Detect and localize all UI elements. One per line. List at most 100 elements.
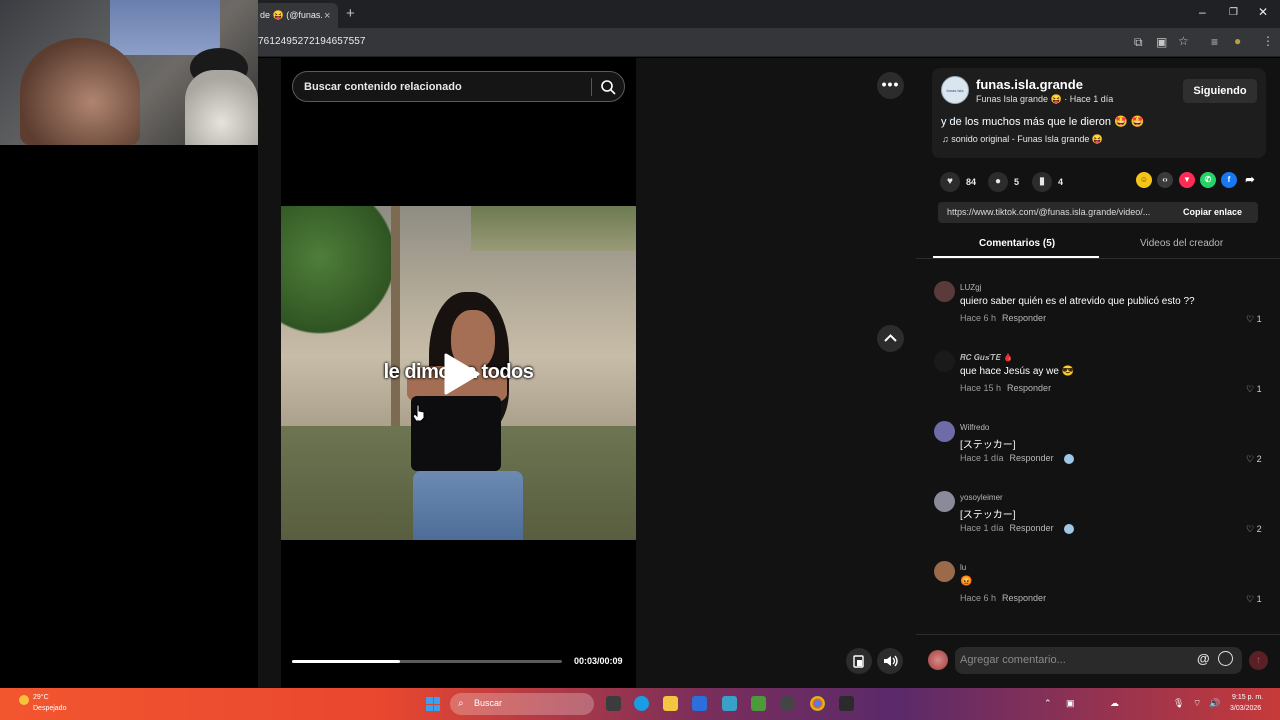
store-icon[interactable] [692,696,707,711]
following-button[interactable]: Siguiendo [1183,79,1257,103]
close-tab-icon[interactable]: × [324,10,330,22]
video-link[interactable]: https://www.tiktok.com/@funas.isla.grand… [947,207,1150,217]
onedrive-icon[interactable]: ☁ [1110,698,1119,709]
search-icon[interactable] [599,78,617,96]
reply-button[interactable]: Responder [1010,523,1054,533]
comment-like-count: 1 [1256,314,1262,324]
tab-comments[interactable]: Comentarios (5) [979,238,1055,249]
comment-user[interactable]: lu [960,563,966,572]
share-friends-icon[interactable]: ☺ [1136,172,1152,188]
comment-user[interactable]: yosoyleimer [960,493,1003,502]
tabs-divider [916,258,1280,259]
tab-creator-videos[interactable]: Videos del creador [1140,238,1223,249]
chrome-icon[interactable] [810,696,825,711]
more-options-button[interactable]: ••• [877,72,904,99]
send-icon[interactable]: ▼ [1179,172,1195,188]
weather-desc[interactable]: Despejado [33,705,66,712]
copy-link-button[interactable]: Copiar enlace [1183,207,1242,217]
clock-time[interactable]: 9:15 p. m. [1232,694,1263,701]
previous-video-button[interactable] [877,325,904,352]
install-icon[interactable]: ▣ [1156,35,1167,49]
save-button[interactable]: ▮ 4 [1032,172,1063,192]
speaker-icon[interactable]: 🔊 [1209,698,1220,709]
comment-like[interactable]: ♡ 1 [1246,594,1262,605]
active-tab-underline [933,256,1099,258]
terminal-icon[interactable] [839,696,854,711]
comment-button[interactable]: ● 5 [988,172,1019,192]
related-search-input[interactable]: Buscar contenido relacionado [292,71,625,102]
app-icon-2[interactable] [780,696,795,711]
avatar[interactable] [934,491,955,512]
restore-button[interactable]: ❐ [1229,7,1238,18]
comment-time: Hace 6 h [960,313,997,323]
comment-like-count: 1 [1256,384,1262,394]
minecraft-icon[interactable] [751,696,766,711]
mention-icon[interactable]: @ [1197,651,1210,666]
avatar[interactable] [934,561,955,582]
volume-button[interactable] [877,648,903,674]
comment-user[interactable]: Wilfredo [960,423,989,432]
start-button[interactable] [426,697,440,711]
comment-like[interactable]: ♡ 2 [1246,524,1262,535]
embed-icon[interactable]: ‹› [1157,172,1173,188]
wifi-icon[interactable]: ⌔ [1193,698,1201,709]
mic-icon[interactable]: 🎙 [1173,698,1184,709]
clock-date[interactable]: 3/03/2026 [1230,705,1261,712]
comment-text: que hace Jesús ay we 😎 [960,366,1075,377]
task-view-icon[interactable] [606,696,621,711]
comment-user[interactable]: LUZgj [960,283,981,292]
weather-icon[interactable] [19,695,29,705]
weather-temp[interactable]: 29°C [33,694,49,701]
browser-tab[interactable]: de 😝 (@funas.i × [254,3,338,28]
tray-chevron-icon[interactable]: ⌃ [1044,698,1052,709]
file-explorer-icon[interactable] [663,696,678,711]
edge-icon[interactable] [634,696,649,711]
tray-app-icon[interactable]: ▣ [1066,698,1075,709]
volume-icon [884,655,898,667]
app-icon[interactable] [722,696,737,711]
emoji-icon[interactable] [1218,651,1233,666]
bookmark-star-icon[interactable]: ☆ [1178,34,1189,48]
heart-icon: ♥ [940,172,960,192]
reply-button[interactable]: Responder [1010,453,1054,463]
comment-count: 5 [1014,177,1020,187]
post-description: y de los muchos más que le dieron 🤩 🤩 [941,116,1145,128]
webcam-person-right-shirt [185,70,258,145]
close-window-button[interactable]: ✕ [1258,5,1268,19]
comment-like[interactable]: ♡ 2 [1246,454,1262,465]
author-username[interactable]: funas.isla.grande [976,77,1083,92]
facebook-icon[interactable]: f [1221,172,1237,188]
comment-like[interactable]: ♡ 1 [1246,384,1262,395]
floating-player-button[interactable] [846,648,872,674]
hand-cursor-icon [412,404,425,422]
comment-user[interactable]: 𝑹𝑪 𝑮𝒖𝒔'𝑻𝑬 🩸 [960,353,1013,363]
send-comment-button[interactable]: ↑ [1249,651,1268,670]
new-tab-button[interactable]: + [346,5,355,22]
avatar[interactable] [934,351,955,372]
video-progress-bar[interactable] [292,660,562,663]
play-icon[interactable] [442,352,482,396]
author-avatar[interactable]: funas isla grande [941,76,969,121]
post-music[interactable]: ♫ sonido original - Funas Isla grande 😝 [942,134,1103,145]
reply-button[interactable]: Responder [1002,593,1046,603]
like-count: 84 [966,177,977,187]
menu-dots-icon[interactable]: ⋮ [1262,34,1274,48]
reply-button[interactable]: Responder [1002,313,1046,323]
comment-placeholder: Agregar comentario... [960,654,1066,666]
share-arrow-icon[interactable]: ➦ [1242,172,1258,188]
profile-icon[interactable]: ● [1234,34,1241,48]
taskbar-search[interactable] [450,693,594,715]
media-control-icon[interactable]: ≡ [1211,35,1218,49]
whatsapp-icon[interactable]: ✆ [1200,172,1216,188]
comment-like[interactable]: ♡ 1 [1246,314,1262,325]
like-button[interactable]: ♥ 84 [940,172,976,192]
minimize-button[interactable]: – [1199,5,1206,19]
translate-icon[interactable]: ⧉ [1134,35,1143,50]
avatar[interactable] [934,421,955,442]
url-field[interactable]: 7612495272194657557 [258,36,366,47]
pip-icon [853,655,864,668]
avatar[interactable] [934,281,955,302]
reply-button[interactable]: Responder [1007,383,1051,393]
video-pole [391,206,400,426]
comment-meta: Hace 6 h Responder [960,313,1046,323]
